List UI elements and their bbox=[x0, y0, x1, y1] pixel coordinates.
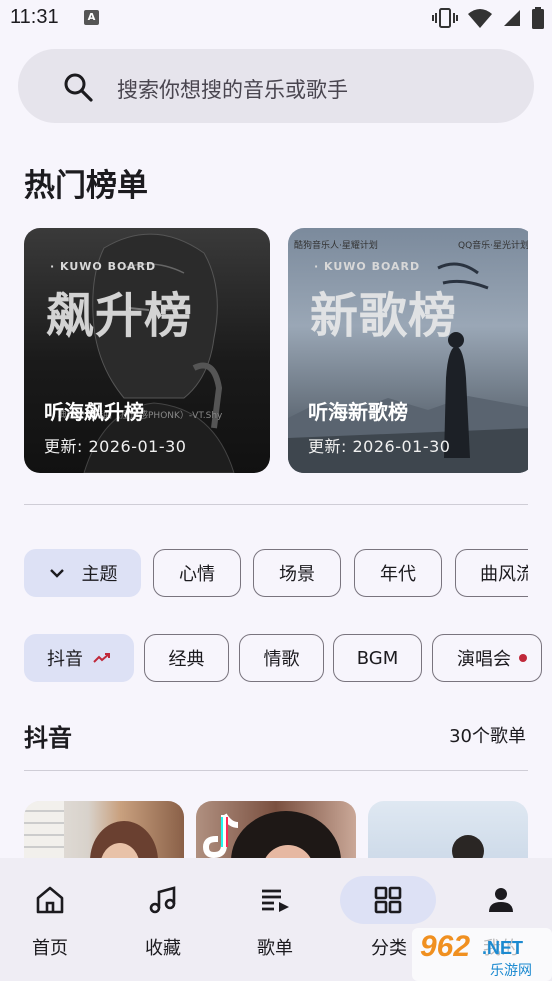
chip-label: 演唱会 bbox=[457, 649, 511, 670]
chip-love-song[interactable]: 情歌 bbox=[239, 634, 324, 682]
nav-home[interactable]: 首页 bbox=[0, 858, 105, 981]
signal-icon bbox=[504, 10, 520, 26]
category-chip-row[interactable]: 主题 心情 场景 年代 曲风流 bbox=[24, 549, 528, 598]
hot-charts-title: 热门榜单 bbox=[24, 168, 148, 204]
chip-theme-dropdown[interactable]: 主题 bbox=[24, 549, 141, 597]
nav-playlists[interactable]: 歌单 bbox=[220, 858, 330, 981]
chip-genre[interactable]: 曲风流 bbox=[455, 549, 528, 597]
chip-label: 曲风流 bbox=[480, 564, 528, 585]
nav-label: 首页 bbox=[32, 938, 68, 959]
chip-concert[interactable]: 演唱会 bbox=[432, 634, 542, 682]
chip-label: 抖音 bbox=[47, 649, 83, 670]
search-icon bbox=[64, 73, 93, 102]
music-note-icon bbox=[149, 886, 176, 914]
chip-label: 情歌 bbox=[263, 649, 300, 670]
chip-bgm[interactable]: BGM bbox=[333, 634, 422, 682]
card-big-title: 新歌榜 bbox=[310, 288, 458, 344]
divider bbox=[24, 504, 528, 505]
chart-card-new[interactable]: 酷狗音乐人·星耀计划 QQ音乐·星光计划 · KUWO BOARD 新歌榜 听海… bbox=[288, 228, 528, 473]
chart-card-rising[interactable]: · KUWO BOARD 飙升榜 典狱长进行曲（压迫感PHONK）-VT.Shy… bbox=[24, 228, 270, 473]
nav-favorites[interactable]: 收藏 bbox=[108, 858, 218, 981]
chip-era[interactable]: 年代 bbox=[354, 549, 442, 597]
chip-classic[interactable]: 经典 bbox=[144, 634, 229, 682]
card-name: 听海新歌榜 bbox=[308, 400, 408, 424]
playlist-count[interactable]: 30个歌单 bbox=[449, 722, 526, 748]
site-watermark-logo: 962 .NET 乐游网 bbox=[412, 928, 552, 981]
chart-carousel[interactable]: · KUWO BOARD 飙升榜 典狱长进行曲（压迫感PHONK）-VT.Shy… bbox=[24, 228, 528, 474]
person-icon bbox=[489, 888, 513, 912]
chip-label: 经典 bbox=[168, 649, 205, 670]
playlist-section-title: 抖音 bbox=[24, 724, 72, 752]
watermark-sub: 乐游网 bbox=[490, 963, 532, 979]
search-placeholder: 搜索你想搜的音乐或歌手 bbox=[117, 78, 348, 102]
card-top-right: QQ音乐·星光计划 bbox=[458, 241, 528, 251]
chip-label: 主题 bbox=[81, 564, 118, 585]
vibrate-icon bbox=[432, 8, 458, 28]
wifi-icon bbox=[468, 9, 492, 28]
chip-mood[interactable]: 心情 bbox=[153, 549, 241, 597]
live-dot-icon bbox=[519, 654, 527, 662]
status-bar: 11:31 A bbox=[0, 0, 552, 38]
status-time: 11:31 bbox=[10, 6, 59, 28]
chip-label: 心情 bbox=[179, 564, 215, 585]
home-icon bbox=[36, 886, 64, 914]
card-brand: · KUWO BOARD bbox=[314, 260, 421, 273]
card-big-title: 飙升榜 bbox=[46, 288, 194, 344]
card-top-left: 酷狗音乐人·星耀计划 bbox=[294, 241, 378, 251]
search-bar[interactable]: 搜索你想搜的音乐或歌手 bbox=[18, 49, 534, 123]
chip-label: 场景 bbox=[279, 564, 315, 585]
playlist-icon bbox=[262, 889, 289, 912]
nav-label: 歌单 bbox=[257, 938, 293, 959]
card-brand: · KUWO BOARD bbox=[50, 260, 157, 273]
divider bbox=[24, 770, 528, 771]
card-updated: 更新: 2026-01-30 bbox=[308, 437, 451, 456]
chip-label: BGM bbox=[356, 647, 399, 669]
watermark-brand: 962 bbox=[420, 930, 471, 963]
watermark-suffix: .NET bbox=[482, 938, 524, 958]
nav-label: 收藏 bbox=[145, 938, 181, 959]
chevron-down-icon bbox=[49, 569, 64, 578]
card-updated: 更新: 2026-01-30 bbox=[44, 437, 187, 456]
battery-icon bbox=[532, 7, 544, 29]
card-name: 听海飙升榜 bbox=[44, 400, 144, 424]
notification-icon: A bbox=[84, 10, 99, 25]
chip-scene[interactable]: 场景 bbox=[253, 549, 341, 597]
tag-chip-row[interactable]: 抖音 经典 情歌 BGM 演唱会 bbox=[24, 634, 552, 683]
chip-label: 年代 bbox=[380, 564, 416, 585]
trending-up-icon bbox=[93, 653, 110, 663]
chip-douyin[interactable]: 抖音 bbox=[24, 634, 134, 682]
grid-icon bbox=[374, 886, 402, 914]
